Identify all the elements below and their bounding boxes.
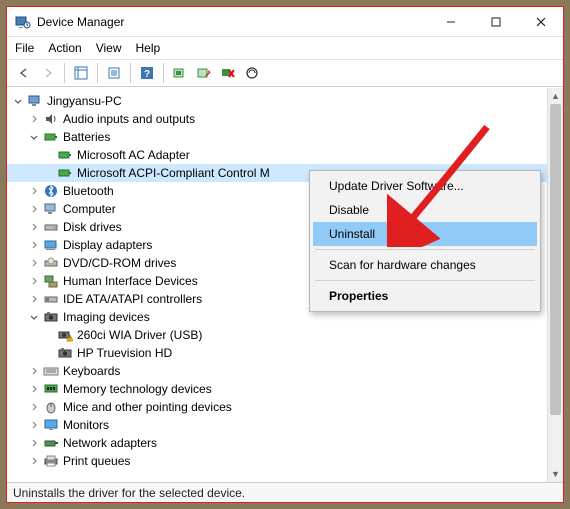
expand-icon[interactable]: [27, 454, 41, 468]
expand-icon[interactable]: [27, 382, 41, 396]
battery-icon: [43, 129, 59, 145]
back-button[interactable]: [13, 62, 35, 84]
status-bar: Uninstalls the driver for the selected d…: [7, 482, 563, 502]
tree-item-imaging-wia[interactable]: ! 260ci WIA Driver (USB): [7, 326, 547, 344]
minimize-button[interactable]: [428, 7, 473, 36]
mouse-icon: [43, 399, 59, 415]
bluetooth-icon: [43, 183, 59, 199]
toolbar-separator: [64, 63, 65, 83]
tree-root[interactable]: Jingyansu-PC: [7, 92, 547, 110]
battery-icon: [57, 165, 73, 181]
collapse-icon[interactable]: [27, 310, 41, 324]
computer-icon: [43, 201, 59, 217]
scroll-down-icon[interactable]: ▼: [548, 466, 563, 482]
scroll-track[interactable]: [548, 104, 563, 466]
expand-icon[interactable]: [27, 436, 41, 450]
expand-icon[interactable]: [27, 238, 41, 252]
uninstall-toolbar-button[interactable]: [217, 62, 239, 84]
show-hide-tree-button[interactable]: [70, 62, 92, 84]
ctx-separator: [315, 280, 535, 281]
menu-action[interactable]: Action: [48, 41, 81, 55]
tree-item-batteries[interactable]: Batteries: [7, 128, 547, 146]
menu-view[interactable]: View: [96, 41, 122, 55]
tree-item-network[interactable]: Network adapters: [7, 434, 547, 452]
expand-icon[interactable]: [27, 400, 41, 414]
display-adapter-icon: [43, 237, 59, 253]
toolbar: ?: [7, 59, 563, 87]
tree-item-keyboards[interactable]: Keyboards: [7, 362, 547, 380]
menu-help[interactable]: Help: [136, 41, 161, 55]
device-manager-window: Device Manager File Action View Help ?: [6, 6, 564, 503]
vertical-scrollbar[interactable]: ▲ ▼: [547, 88, 563, 482]
expand-icon[interactable]: [27, 274, 41, 288]
toolbar-separator: [130, 63, 131, 83]
tree-item-memory[interactable]: Memory technology devices: [7, 380, 547, 398]
properties-toolbar-button[interactable]: [103, 62, 125, 84]
tree-item-monitors[interactable]: Monitors: [7, 416, 547, 434]
tree-item-audio[interactable]: Audio inputs and outputs: [7, 110, 547, 128]
speaker-icon: [43, 111, 59, 127]
ide-icon: [43, 291, 59, 307]
ctx-separator: [315, 249, 535, 250]
forward-button[interactable]: [37, 62, 59, 84]
expand-icon[interactable]: [27, 184, 41, 198]
disable-toolbar-button[interactable]: [193, 62, 215, 84]
close-button[interactable]: [518, 7, 563, 36]
menu-file[interactable]: File: [15, 41, 34, 55]
help-toolbar-button[interactable]: ?: [136, 62, 158, 84]
memory-icon: [43, 381, 59, 397]
drive-icon: [43, 219, 59, 235]
printer-icon: [43, 453, 59, 469]
camera-icon: [43, 309, 59, 325]
tree-item-imaging-hp[interactable]: HP Truevision HD: [7, 344, 547, 362]
collapse-icon[interactable]: [27, 130, 41, 144]
app-icon: [15, 14, 31, 30]
tree-item-battery-ac[interactable]: Microsoft AC Adapter: [7, 146, 547, 164]
expand-icon[interactable]: [27, 256, 41, 270]
menubar: File Action View Help: [7, 37, 563, 59]
tree-item-print[interactable]: Print queues: [7, 452, 547, 470]
expand-icon[interactable]: [27, 202, 41, 216]
tree-item-mice[interactable]: Mice and other pointing devices: [7, 398, 547, 416]
expand-icon[interactable]: [27, 220, 41, 234]
monitor-icon: [43, 417, 59, 433]
camera-icon: [57, 345, 73, 361]
battery-icon: [57, 147, 73, 163]
svg-text:?: ?: [144, 69, 150, 80]
ctx-disable[interactable]: Disable: [313, 198, 537, 222]
maximize-button[interactable]: [473, 7, 518, 36]
expand-icon[interactable]: [27, 112, 41, 126]
dvd-icon: [43, 255, 59, 271]
expand-icon[interactable]: [27, 364, 41, 378]
scroll-up-icon[interactable]: ▲: [548, 88, 563, 104]
context-menu: Update Driver Software... Disable Uninst…: [309, 170, 541, 312]
update-driver-toolbar-button[interactable]: [169, 62, 191, 84]
collapse-icon[interactable]: [11, 94, 25, 108]
toolbar-separator: [97, 63, 98, 83]
scroll-thumb[interactable]: [550, 104, 561, 415]
network-icon: [43, 435, 59, 451]
scan-hardware-button[interactable]: [241, 62, 263, 84]
status-text: Uninstalls the driver for the selected d…: [13, 486, 245, 500]
computer-icon: [27, 93, 43, 109]
ctx-update-driver[interactable]: Update Driver Software...: [313, 174, 537, 198]
titlebar: Device Manager: [7, 7, 563, 37]
keyboard-icon: [43, 363, 59, 379]
expand-icon[interactable]: [27, 292, 41, 306]
window-title: Device Manager: [37, 15, 124, 29]
ctx-uninstall[interactable]: Uninstall: [313, 222, 537, 246]
toolbar-separator: [163, 63, 164, 83]
expand-icon[interactable]: [27, 418, 41, 432]
ctx-scan[interactable]: Scan for hardware changes: [313, 253, 537, 277]
hid-icon: [43, 273, 59, 289]
ctx-properties[interactable]: Properties: [313, 284, 537, 308]
camera-warning-icon: !: [57, 327, 73, 343]
